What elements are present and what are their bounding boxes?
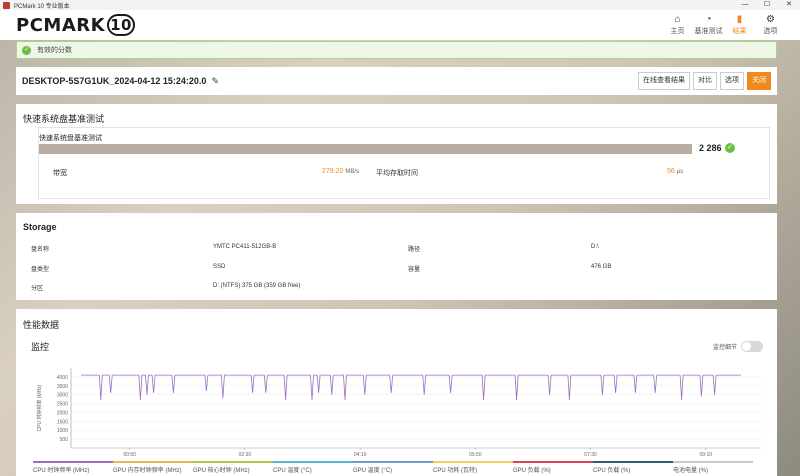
access-time-value: 56: [667, 168, 675, 175]
score-bar: [39, 144, 692, 154]
notice-text: 有效的分数: [37, 47, 72, 54]
y-tick-label: 4000: [57, 375, 68, 381]
window-title: PCMark 10 专业版本: [14, 3, 70, 10]
legend-item[interactable]: GPU 温度 (°C): [353, 461, 433, 474]
bandwidth-value: 279.20: [322, 168, 344, 175]
y-tick-label: 1500: [57, 419, 68, 425]
score-value: 2 286: [699, 143, 722, 153]
legend-item[interactable]: 电池电量 (%): [673, 461, 753, 474]
edit-pencil-icon[interactable]: ✎: [211, 76, 219, 87]
y-tick-label: 2500: [57, 402, 68, 408]
legend-item[interactable]: GPU 核心时钟 (MHz): [193, 461, 273, 474]
y-axis-label: CPU 时钟频率 (MHz): [36, 384, 43, 431]
options-button[interactable]: 选项: [720, 72, 744, 90]
monitor-chart: CPU 时钟频率 (MHz) 500 1000 1500 2000 2500 3000 350…: [36, 368, 761, 458]
nav-benchmarks[interactable]: ◔ 基准测试: [693, 14, 724, 36]
legend-item[interactable]: CPU 负载 (%): [593, 461, 673, 474]
legend-item[interactable]: CPU 时钟频率 (MHz): [33, 461, 113, 474]
x-tick-label: 02:30: [239, 452, 252, 458]
bandwidth-value-group: 279.20 MB/s: [322, 168, 359, 175]
toggle-label: 监控细节: [712, 345, 737, 351]
drive-type-value: SSD: [213, 264, 226, 270]
monitor-details-toggle[interactable]: [741, 341, 763, 352]
panel-title: 快速系统盘基准测试: [23, 114, 105, 124]
valid-score-notice: ✓ 有效的分数: [16, 41, 777, 59]
capacity-label: 容量: [408, 267, 421, 273]
monitor-title: 监控: [31, 342, 50, 352]
maximize-button[interactable]: ☐: [756, 0, 778, 10]
partition-value: D: (NTFS) 375 GB (359 GB free): [213, 283, 301, 289]
cpu-clock-series-line: [81, 374, 741, 401]
y-tick-label: 500: [60, 437, 69, 443]
app-header: PCMARK 10 ⌂ 主页 ◔ 基准测试 ▮ 结果 ⚙ 选项: [0, 10, 800, 40]
close-window-button[interactable]: ✕: [778, 0, 800, 10]
check-circle-icon: ✓: [22, 45, 31, 55]
legend-item[interactable]: CPU 温度 (°C): [273, 461, 353, 474]
x-tick-label: 09:10: [700, 452, 713, 458]
close-button[interactable]: 关闭: [747, 72, 771, 90]
x-tick-label: 05:50: [469, 452, 482, 458]
performance-panel: 性能数据 监控 监控细节 CPU 时钟频率 (MHz) 500 1000 1500 20…: [16, 309, 777, 476]
x-tick-label: 00:50: [123, 452, 136, 458]
minimize-button[interactable]: —: [734, 0, 756, 10]
app-icon: [3, 1, 10, 9]
drive-type-label: 盘类型: [31, 267, 50, 273]
view-online-button[interactable]: 在线查看结果: [638, 72, 690, 90]
home-icon: ⌂: [674, 14, 681, 25]
legend-item[interactable]: CPU 功耗 (瓦特): [433, 461, 513, 474]
performance-title: 性能数据: [23, 320, 60, 330]
legend-item[interactable]: GPU 内存时钟频率 (MHz): [113, 461, 193, 474]
storage-panel: Storage 盘名称 YMTC PC411-512GB-B 路径 D:\ 盘类…: [16, 213, 777, 300]
partition-label: 分区: [31, 286, 44, 292]
monitor-details-toggle-group: 监控细节: [713, 341, 763, 352]
nav-options[interactable]: ⚙ 选项: [755, 14, 786, 36]
x-tick-label: 04:10: [354, 452, 367, 458]
y-tick-label: 3000: [57, 393, 68, 399]
path-label: 路径: [408, 247, 421, 253]
y-tick-label: 1000: [57, 428, 68, 434]
y-tick-label: 2000: [57, 410, 68, 416]
gauge-icon: ◔: [705, 14, 712, 25]
drive-name-value: YMTC PC411-512GB-B: [213, 244, 277, 250]
access-time-label: 平均存取时间: [376, 170, 418, 177]
pcmark-logo: PCMARK 10: [16, 14, 136, 36]
main-nav: ⌂ 主页 ◔ 基准测试 ▮ 结果 ⚙ 选项: [662, 14, 786, 36]
bandwidth-label: 带宽: [53, 170, 67, 177]
result-header: DESKTOP-5S7G1UK_2024-04-12 15:24:20.0 ✎ …: [16, 67, 777, 95]
x-tick-label: 07:30: [584, 452, 597, 458]
chart-legend: CPU 时钟频率 (MHz) GPU 内存时钟频率 (MHz) GPU 核心时钟 (…: [33, 461, 753, 474]
check-circle-icon: ✓: [725, 143, 735, 153]
access-time-group: 56 μs: [667, 168, 683, 175]
drive-name-label: 盘名称: [31, 247, 50, 253]
test-subtitle: 快速系统盘基准测试: [39, 135, 102, 142]
quick-test-card: 快速系统盘基准测试 2 286 ✓ 带宽 279.20 MB/s 平均存取时间 …: [38, 127, 770, 199]
storage-title: Storage: [23, 222, 57, 232]
window-title-bar: PCMark 10 专业版本 — ☐ ✕: [0, 0, 800, 10]
nav-home[interactable]: ⌂ 主页: [662, 14, 693, 36]
access-time-unit: μs: [676, 169, 684, 175]
bandwidth-unit: MB/s: [345, 169, 360, 175]
nav-results[interactable]: ▮ 结果: [724, 14, 755, 36]
quick-test-panel: 快速系统盘基准测试 快速系统盘基准测试 2 286 ✓ 带宽 279.20 MB…: [16, 104, 777, 204]
y-tick-label: 3500: [57, 384, 68, 390]
bar-chart-icon: ▮: [736, 14, 743, 25]
compare-button[interactable]: 对比: [693, 72, 717, 90]
path-value: D:\: [591, 244, 599, 250]
capacity-value: 476 GB: [591, 264, 612, 270]
legend-item[interactable]: GPU 负载 (%): [513, 461, 593, 474]
gear-icon: ⚙: [766, 14, 775, 25]
result-name: DESKTOP-5S7G1UK_2024-04-12 15:24:20.0: [22, 76, 207, 86]
